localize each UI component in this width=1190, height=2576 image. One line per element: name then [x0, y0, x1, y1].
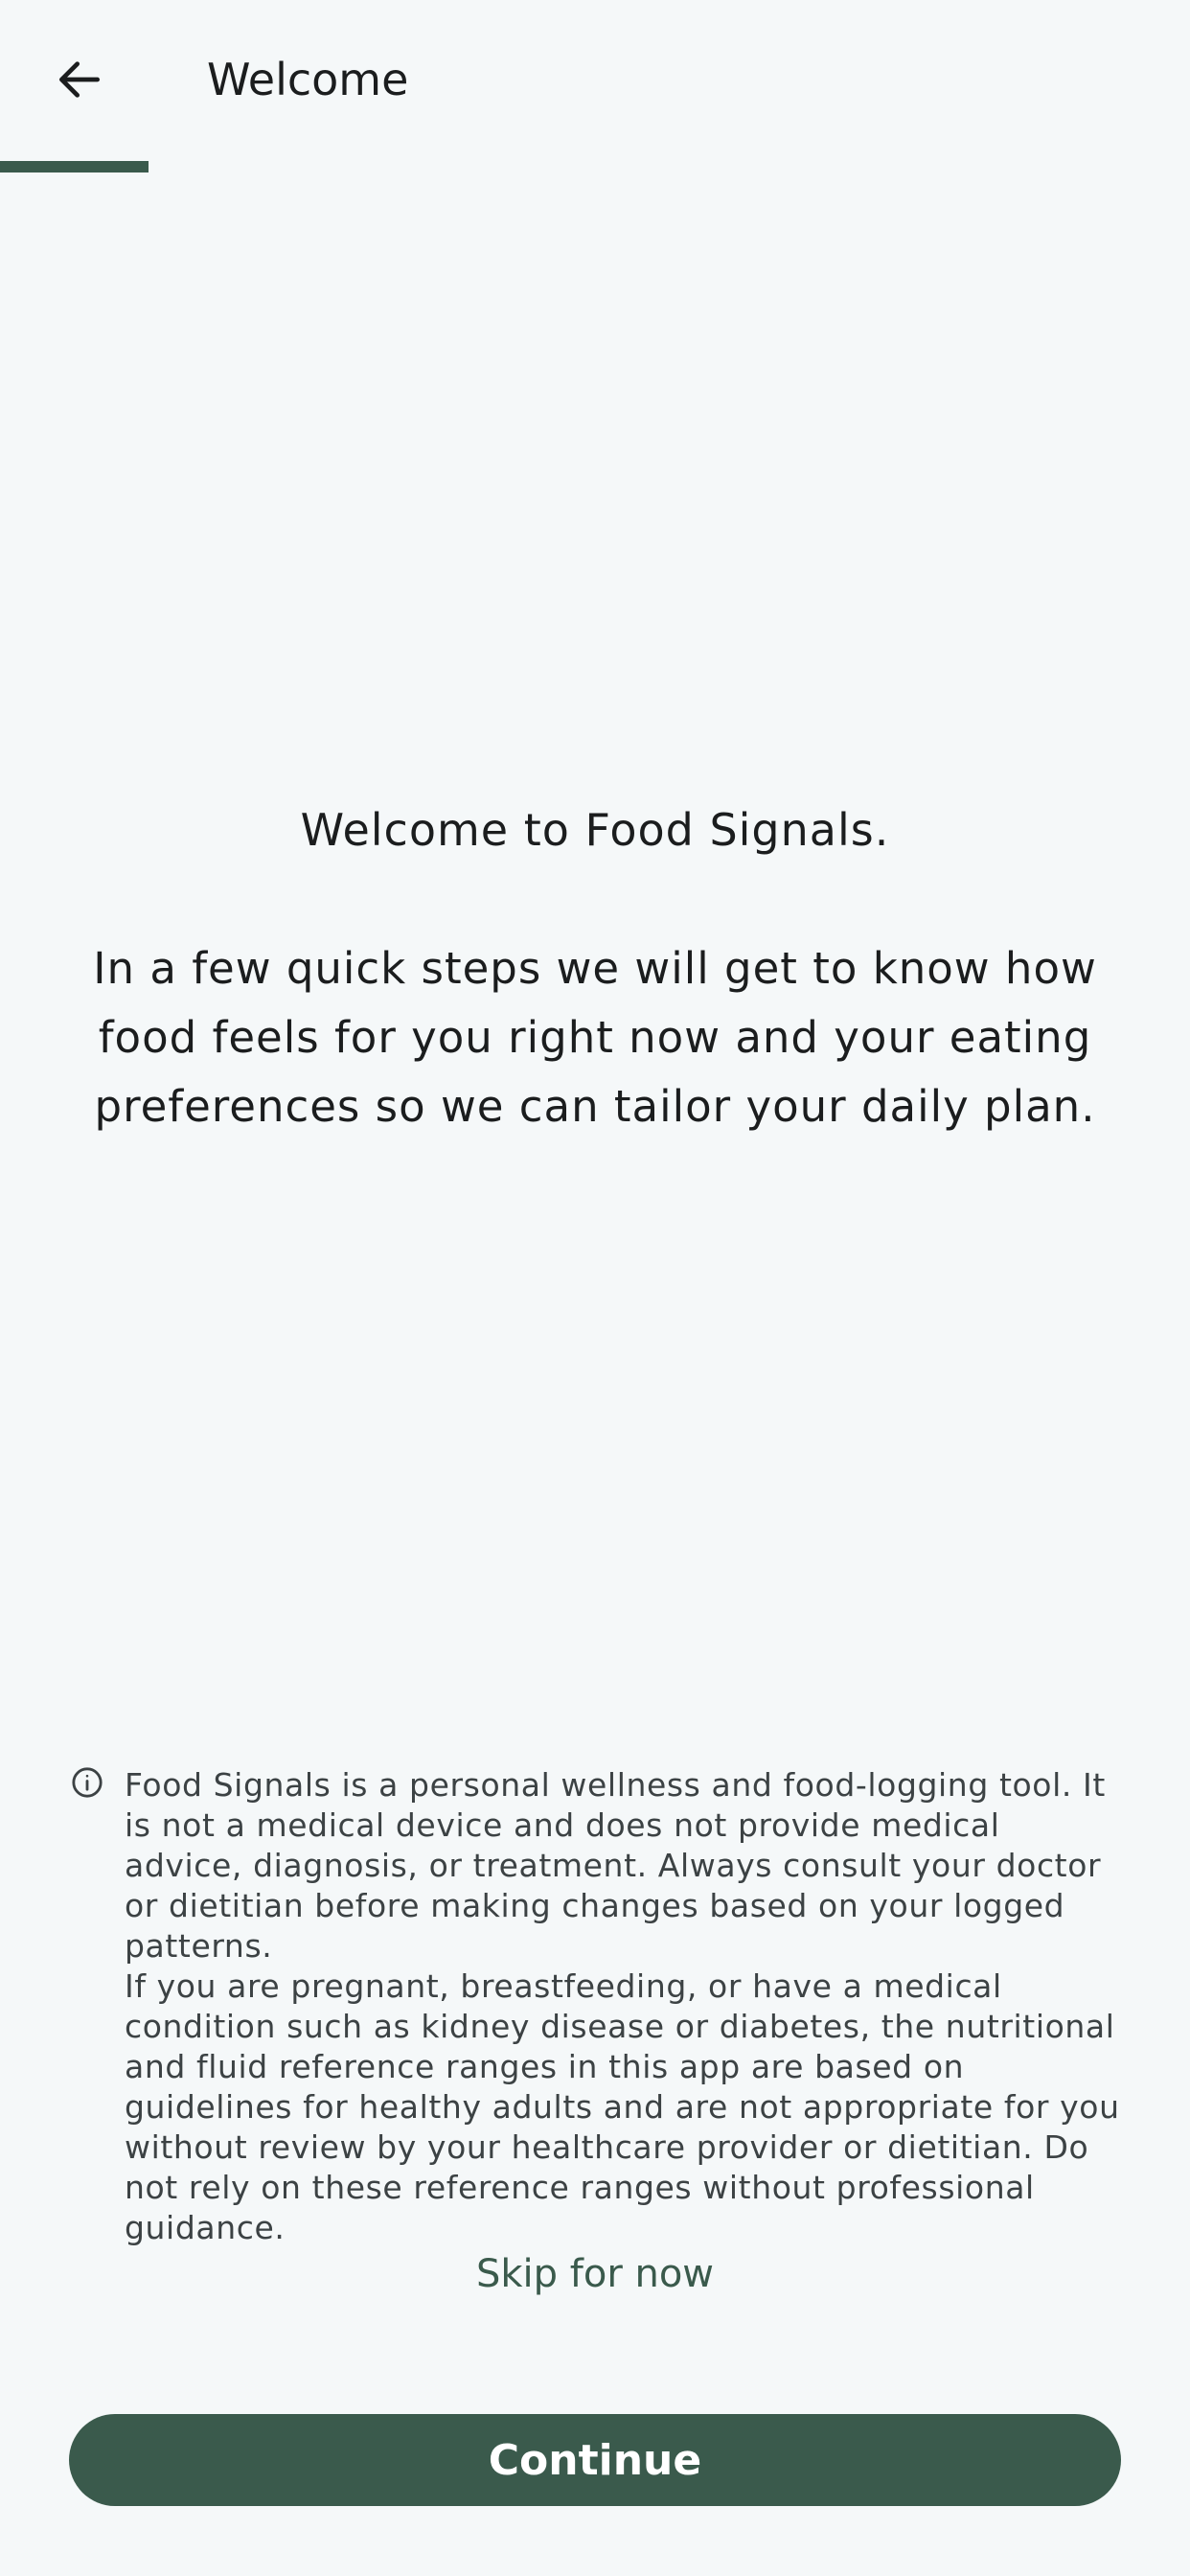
arrow-left-icon — [53, 53, 106, 110]
page-title: Welcome — [207, 54, 409, 105]
continue-button[interactable]: Continue — [69, 2414, 1121, 2506]
progress-bar — [0, 161, 1190, 172]
disclaimer-paragraph: Food Signals is a personal wellness and … — [125, 1766, 1106, 1965]
welcome-heading: Welcome to Food Signals. — [300, 804, 890, 856]
info-icon — [71, 1766, 103, 1799]
skip-for-now-link[interactable]: Skip for now — [383, 2247, 807, 2301]
welcome-screen: Welcome Welcome to Food Signals. In a fe… — [0, 0, 1190, 2576]
back-button[interactable] — [36, 38, 123, 125]
disclaimer-paragraph: If you are pregnant, breastfeeding, or h… — [125, 1967, 1120, 2246]
progress-fill — [0, 161, 149, 172]
intro-text: In a few quick steps we will get to know… — [93, 943, 1097, 1132]
